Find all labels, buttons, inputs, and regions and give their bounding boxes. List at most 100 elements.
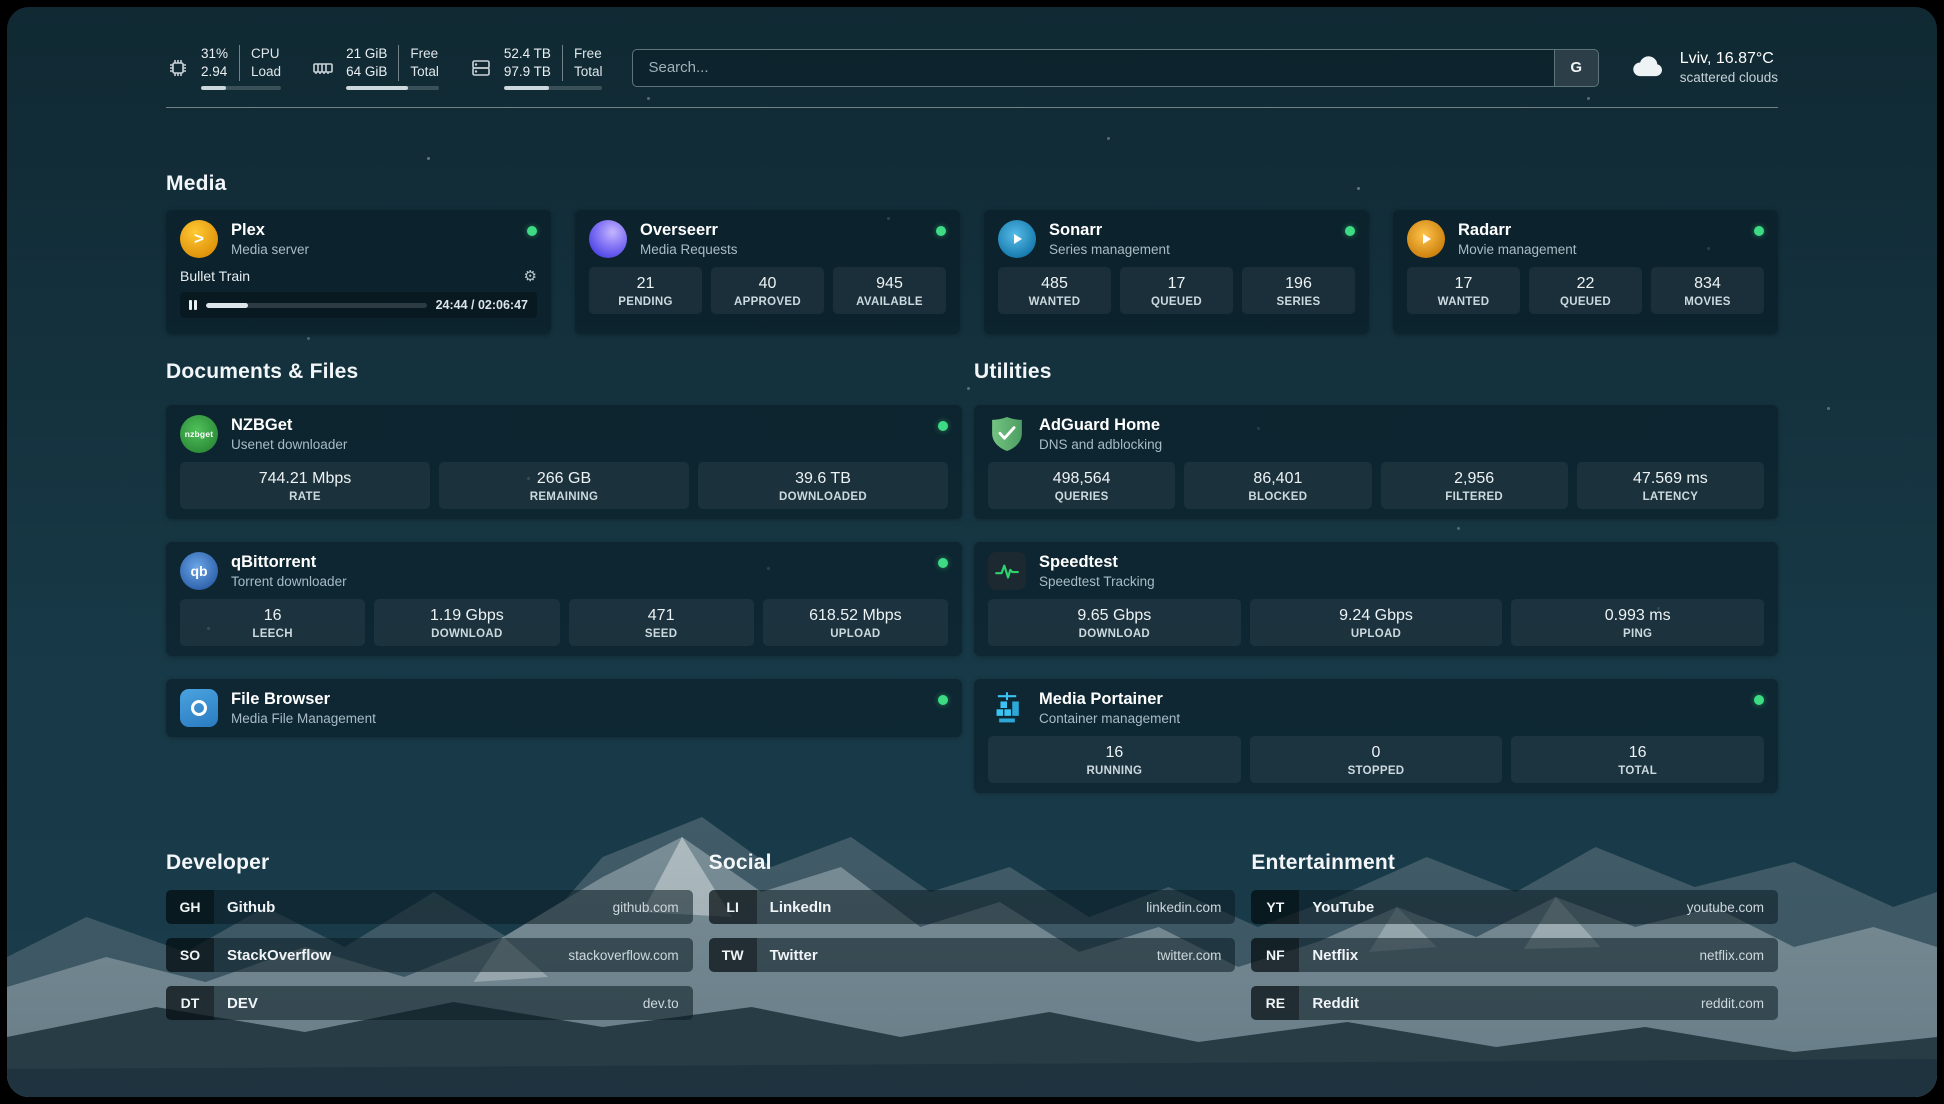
- bookmark-abbr: SO: [166, 938, 214, 972]
- status-dot: [1345, 226, 1355, 236]
- nzbget-icon: nzbget: [180, 415, 218, 453]
- section-title-documents: Documents & Files: [166, 360, 962, 384]
- qbittorrent-icon: qb: [180, 552, 218, 590]
- bookmark-name: Netflix: [1299, 947, 1358, 964]
- stat-queued: 22 QUEUED: [1529, 267, 1642, 314]
- bookmark-name: StackOverflow: [214, 947, 331, 964]
- bookmark-abbr: LI: [709, 890, 757, 924]
- cloud-icon: [1629, 50, 1667, 85]
- adguard-icon: [988, 415, 1026, 453]
- bookmark-abbr: TW: [709, 938, 757, 972]
- weather-condition: scattered clouds: [1680, 69, 1778, 87]
- service-card-radarr[interactable]: Radarr Movie management 17 WANTED 22 QUE…: [1393, 210, 1778, 334]
- bookmark-stackoverflow[interactable]: SO StackOverflow stackoverflow.com: [166, 938, 693, 972]
- service-name: NZBGet: [231, 415, 347, 436]
- service-description: Series management: [1049, 241, 1170, 258]
- service-name: Media Portainer: [1039, 689, 1180, 710]
- playback-time: 24:44 / 02:06:47: [436, 298, 528, 312]
- disk-monitor: 52.4 TB Free 97.9 TB Total: [469, 45, 603, 90]
- system-monitors: 31% CPU 2.94 Load: [166, 45, 602, 90]
- service-card-speedtest[interactable]: Speedtest Speedtest Tracking 9.65 Gbps D…: [974, 542, 1778, 656]
- bookmark-github[interactable]: GH Github github.com: [166, 890, 693, 924]
- memory-free-value: 21 GiB: [346, 45, 398, 63]
- stat-available: 945 AVAILABLE: [833, 267, 946, 314]
- cpu-usage-label: CPU: [239, 45, 281, 63]
- service-description: Torrent downloader: [231, 573, 347, 590]
- disk-total-value: 97.9 TB: [504, 63, 562, 81]
- bookmark-url: youtube.com: [1687, 900, 1778, 915]
- cpu-load-value: 2.94: [201, 63, 239, 81]
- memory-monitor: 21 GiB Free 64 GiB Total: [311, 45, 439, 90]
- stat-latency: 47.569 ms LATENCY: [1577, 462, 1764, 509]
- sonarr-icon: [998, 220, 1036, 258]
- bookmark-netflix[interactable]: NF Netflix netflix.com: [1251, 938, 1778, 972]
- pause-button[interactable]: [189, 300, 197, 310]
- bookmark-twitter[interactable]: TW Twitter twitter.com: [709, 938, 1236, 972]
- bookmarks-developer: Developer GH Github github.com SO StackO…: [166, 851, 693, 1020]
- bookmark-name: Twitter: [757, 947, 818, 964]
- status-dot: [936, 226, 946, 236]
- service-card-qbittorrent[interactable]: qb qBittorrent Torrent downloader 16 LEE…: [166, 542, 962, 656]
- service-description: Container management: [1039, 710, 1180, 727]
- bookmark-url: netflix.com: [1699, 948, 1778, 963]
- service-description: Media Requests: [640, 241, 738, 258]
- bookmark-linkedin[interactable]: LI LinkedIn linkedin.com: [709, 890, 1236, 924]
- bookmark-youtube[interactable]: YT YouTube youtube.com: [1251, 890, 1778, 924]
- service-description: DNS and adblocking: [1039, 436, 1162, 453]
- status-dot: [1754, 695, 1764, 705]
- service-card-filebrowser[interactable]: File Browser Media File Management: [166, 679, 962, 737]
- bookmark-abbr: GH: [166, 890, 214, 924]
- service-name: qBittorrent: [231, 552, 347, 573]
- disk-icon: [469, 56, 493, 80]
- status-dot: [938, 421, 948, 431]
- bookmark-name: DEV: [214, 995, 258, 1012]
- bookmark-reddit[interactable]: RE Reddit reddit.com: [1251, 986, 1778, 1020]
- radarr-icon: [1407, 220, 1445, 258]
- service-card-portainer[interactable]: Media Portainer Container management 16 …: [974, 679, 1778, 793]
- memory-total-value: 64 GiB: [346, 63, 398, 81]
- stat-seed: 471 SEED: [569, 599, 754, 646]
- stars-decoration: [7, 7, 10, 10]
- bookmark-dev[interactable]: DT DEV dev.to: [166, 986, 693, 1020]
- service-card-sonarr[interactable]: Sonarr Series management 485 WANTED 17 Q…: [984, 210, 1369, 334]
- memory-free-label: Free: [398, 45, 439, 63]
- service-card-overseerr[interactable]: Overseerr Media Requests 21 PENDING 40 A…: [575, 210, 960, 334]
- stat-queued: 17 QUEUED: [1120, 267, 1233, 314]
- disk-total-label: Total: [562, 63, 603, 81]
- stat-upload: 9.24 Gbps UPLOAD: [1250, 599, 1503, 646]
- search-input[interactable]: [633, 50, 1553, 86]
- service-description: Media File Management: [231, 710, 376, 727]
- disk-progress-bar: [504, 86, 603, 90]
- section-title-developer: Developer: [166, 851, 693, 875]
- bookmark-url: linkedin.com: [1146, 900, 1235, 915]
- bookmark-name: Reddit: [1299, 995, 1359, 1012]
- bookmark-name: YouTube: [1299, 899, 1374, 916]
- stat-remaining: 266 GB REMAINING: [439, 462, 689, 509]
- stat-upload: 618.52 Mbps UPLOAD: [763, 599, 948, 646]
- service-description: Movie management: [1458, 241, 1577, 258]
- service-card-plex[interactable]: > Plex Media server Bullet Train ⚙: [166, 210, 551, 334]
- playback-progress-bar[interactable]: [206, 303, 427, 308]
- status-dot: [938, 558, 948, 568]
- stat-running: 16 RUNNING: [988, 736, 1241, 783]
- stat-movies: 834 MOVIES: [1651, 267, 1764, 314]
- service-card-nzbget[interactable]: nzbget NZBGet Usenet downloader 744.21 M…: [166, 405, 962, 519]
- gear-icon[interactable]: ⚙: [524, 267, 537, 285]
- bookmark-name: LinkedIn: [757, 899, 832, 916]
- service-card-adguard[interactable]: AdGuard Home DNS and adblocking 498,564 …: [974, 405, 1778, 519]
- section-title-media: Media: [166, 172, 1778, 196]
- topbar-divider: [166, 107, 1778, 108]
- stat-total: 16 TOTAL: [1511, 736, 1764, 783]
- service-description: Speedtest Tracking: [1039, 573, 1155, 590]
- bookmark-url: dev.to: [643, 996, 693, 1011]
- documents-column: Documents & Files nzbget NZBGet Usenet d…: [166, 360, 962, 793]
- memory-progress-bar: [346, 86, 439, 90]
- stat-stopped: 0 STOPPED: [1250, 736, 1503, 783]
- stat-wanted: 485 WANTED: [998, 267, 1111, 314]
- bookmark-abbr: YT: [1251, 890, 1299, 924]
- search-provider-button[interactable]: G: [1554, 50, 1598, 86]
- stat-leech: 16 LEECH: [180, 599, 365, 646]
- stat-approved: 40 APPROVED: [711, 267, 824, 314]
- bookmarks-entertainment: Entertainment YT YouTube youtube.com NF …: [1251, 851, 1778, 1020]
- overseerr-icon: [589, 220, 627, 258]
